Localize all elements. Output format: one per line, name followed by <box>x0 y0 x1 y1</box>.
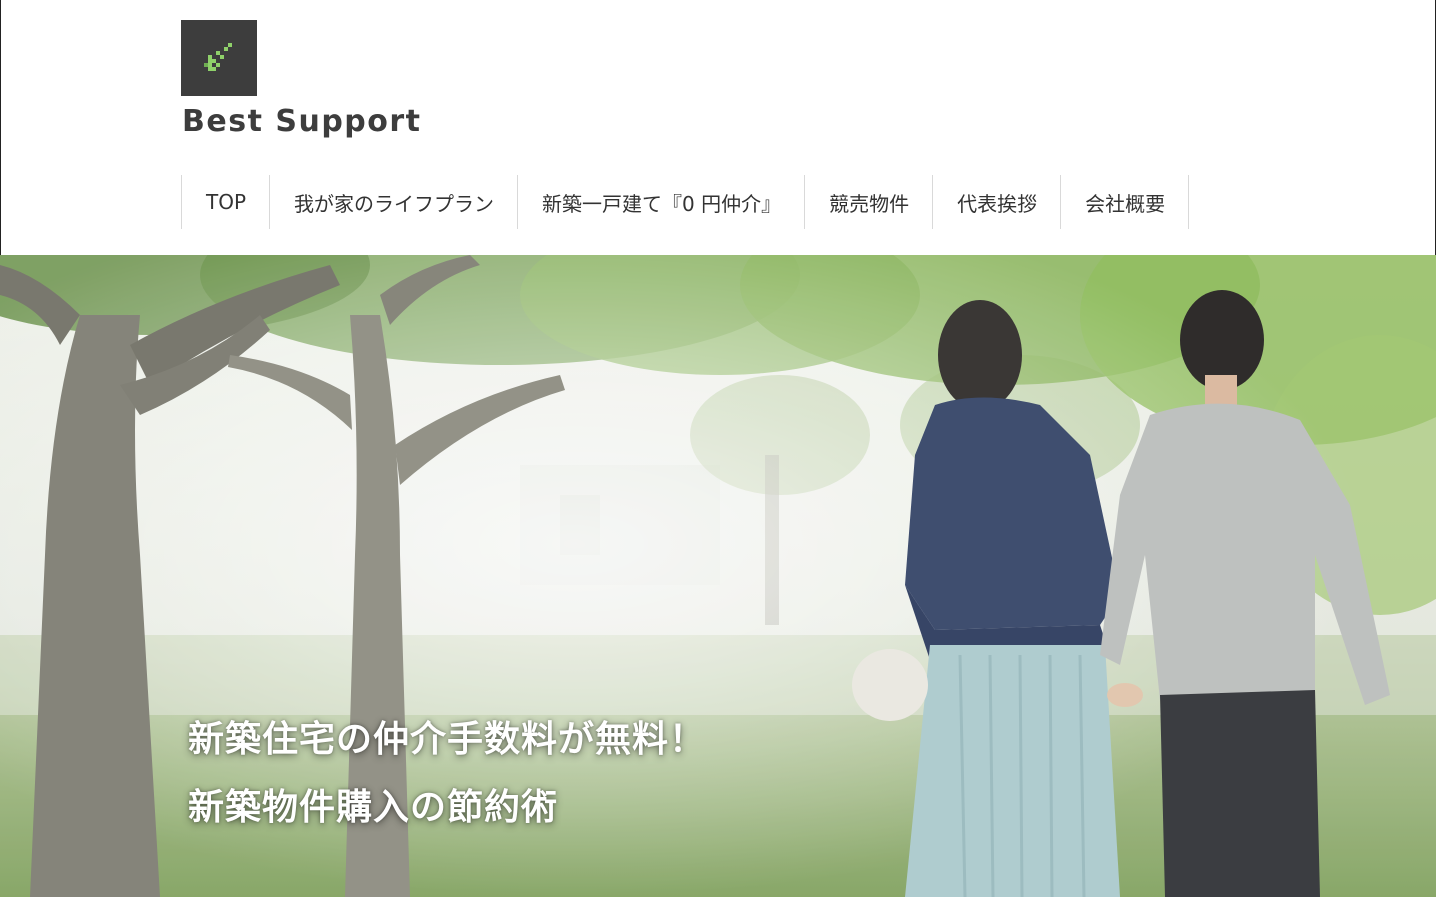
site-header: Best Support TOP 我が家のライフプラン 新築一戸建て『0 円仲介… <box>0 0 1436 255</box>
nav-item-auction-properties[interactable]: 競売物件 <box>804 175 932 229</box>
nav-item-company-profile[interactable]: 会社概要 <box>1060 175 1188 229</box>
site-title[interactable]: Best Support <box>182 104 422 139</box>
nav-item-life-plan[interactable]: 我が家のライフプラン <box>269 175 517 229</box>
site-logo[interactable] <box>181 20 257 96</box>
nav-item-ceo-greeting[interactable]: 代表挨拶 <box>932 175 1060 229</box>
nav-item-top[interactable]: TOP <box>181 175 269 229</box>
main-nav: TOP 我が家のライフプラン 新築一戸建て『0 円仲介』 競売物件 代表挨拶 会… <box>181 175 1190 229</box>
hero-headline-1: 新築住宅の仲介手数料が無料！ <box>188 719 707 760</box>
pixel-stairs-logo-icon <box>204 43 232 71</box>
nav-item-zero-yen-brokerage[interactable]: 新築一戸建て『0 円仲介』 <box>517 175 804 229</box>
page: Best Support TOP 我が家のライフプラン 新築一戸建て『0 円仲介… <box>0 0 1436 897</box>
hero-headline-2: 新築物件購入の節約術 <box>188 787 559 828</box>
hero-banner: 新築住宅の仲介手数料が無料！ 新築物件購入の節約術 <box>0 255 1436 897</box>
